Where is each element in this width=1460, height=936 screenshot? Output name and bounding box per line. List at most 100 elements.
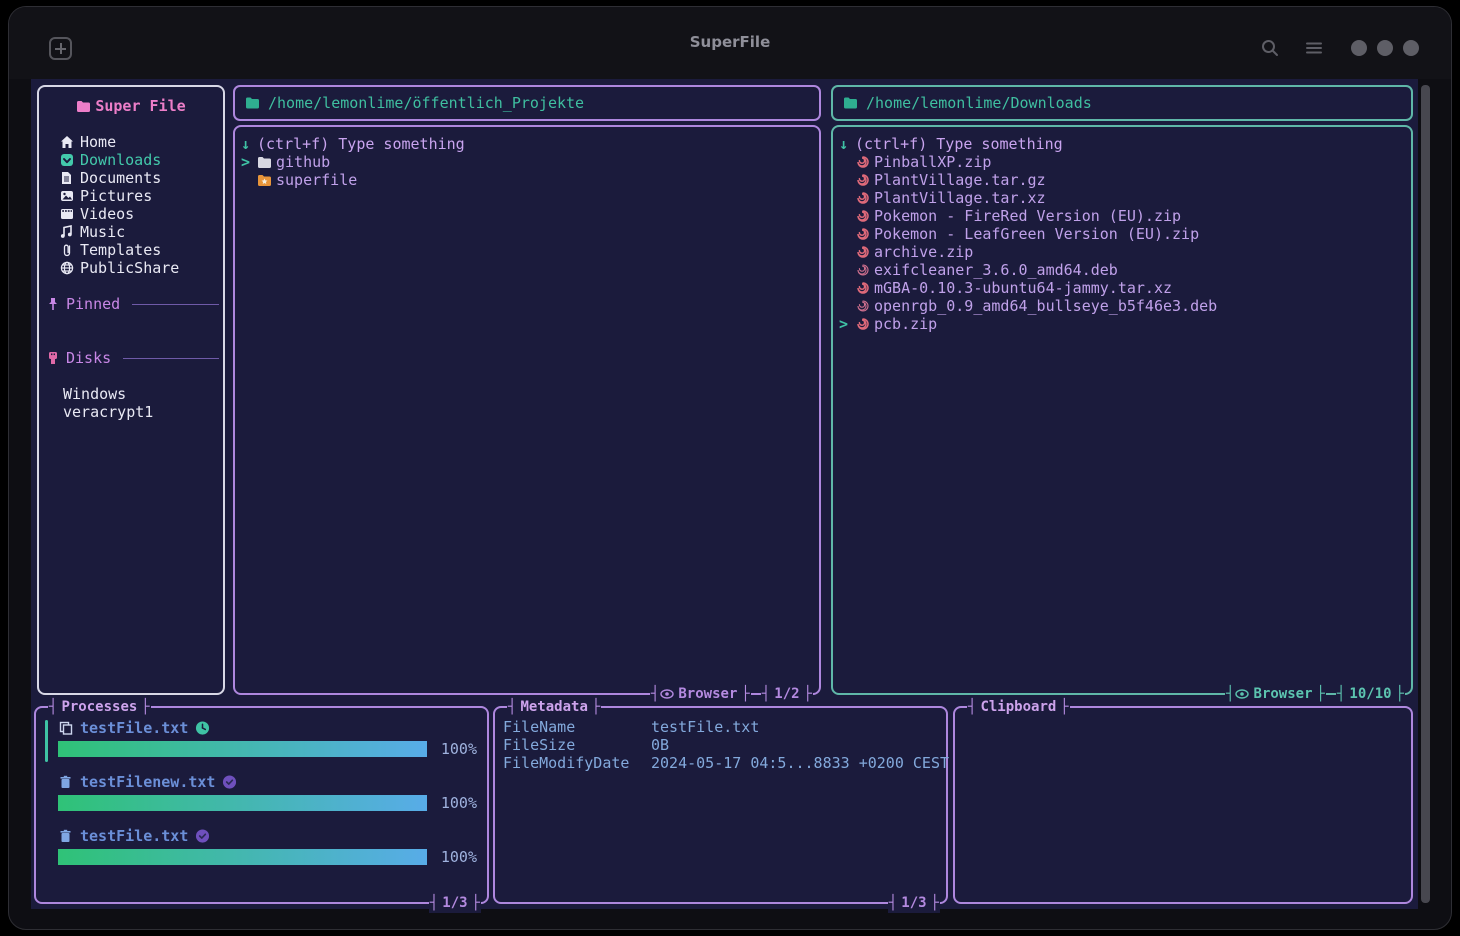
file-name: Pokemon - FireRed Version (EU).zip [874,207,1181,225]
file-row[interactable]: exifcleaner_3.6.0_amd64.deb [839,261,1405,279]
process-item[interactable]: testFile.txt 100% [58,718,477,758]
file-row[interactable]: PinballXP.zip [839,153,1405,171]
sidebar-item-templates[interactable]: Templates [39,241,223,259]
processes-panel: ┤Processes├ testFile.txt [34,706,489,904]
window-control-dot[interactable] [1403,40,1419,56]
archive-icon [855,245,870,260]
metadata-row: FileSize 0B [503,736,938,754]
sidebar-item-videos[interactable]: Videos [39,205,223,223]
search-input[interactable]: (ctrl+f) Type something [241,135,813,153]
disk-item-veracrypt1[interactable]: veracrypt1 [39,403,223,421]
file-name: PlantVillage.tar.gz [874,171,1046,189]
sidebar-item-label: Templates [80,241,161,259]
disk-item-windows[interactable]: Windows [39,385,223,403]
file-panel-downloads: (ctrl+f) Type something PinballXP.zipPla… [831,125,1413,695]
video-icon [59,207,74,222]
sidebar-item-downloads[interactable]: Downloads [39,151,223,169]
section-divider [132,304,219,305]
sidebar-item-label: Home [80,133,116,151]
panel-counter: ┤1/3├ [888,893,940,913]
sidebar-header: Super File [39,97,223,115]
terminal-content: Super File Home Downloads [31,79,1418,909]
archive-icon [855,191,870,206]
archive-icon [855,155,870,170]
music-icon [59,225,74,240]
file-row[interactable]: superfile [241,171,813,189]
file-row[interactable]: mGBA-0.10.3-ubuntu64-jammy.tar.xz [839,279,1405,297]
menu-icon[interactable] [1303,37,1325,59]
file-name: Pokemon - LeafGreen Version (EU).zip [874,225,1199,243]
metadata-title: ┤Metadata├ [507,697,601,717]
folder-icon [245,96,260,111]
sidebar-item-music[interactable]: Music [39,223,223,241]
window-control-dot[interactable] [1377,40,1393,56]
search-arrow-icon [241,135,257,153]
process-item[interactable]: testFile.txt 100% [58,826,477,866]
sidebar-section-pinned: Pinned [39,295,223,313]
sidebar-item-label: Downloads [80,151,161,169]
metadata-row: FileModifyDate 2024-05-17 04:5...8833 +0… [503,754,938,772]
file-row[interactable]: Pokemon - LeafGreen Version (EU).zip [839,225,1405,243]
path-bar-downloads[interactable]: /home/lemonlime/Downloads [831,85,1413,121]
picture-icon [59,189,74,204]
archive-icon [855,173,870,188]
clock-icon [195,721,210,736]
sidebar-item-documents[interactable]: Documents [39,169,223,187]
sidebar-section-disks: Disks [39,349,223,367]
path-bar-projects[interactable]: /home/lemonlime/öffentlich_Projekte [233,85,821,121]
panel-counter: ┤1/2├ [761,684,813,704]
sidebar-item-pictures[interactable]: Pictures [39,187,223,205]
path-text: /home/lemonlime/öffentlich_Projekte [268,94,584,112]
file-row[interactable]: github [241,153,813,171]
file-row[interactable]: PlantVillage.tar.xz [839,189,1405,207]
process-name: testFile.txt [80,827,188,845]
panel-mode-label: ┤ Browser ├ [650,684,751,704]
download-icon [59,153,74,168]
window-control-dot[interactable] [1351,40,1367,56]
progress-bar [58,795,427,811]
section-label: Pinned [66,295,120,313]
scrollbar[interactable] [1421,85,1430,903]
progress-percent: 100% [437,794,477,812]
sidebar-item-label: Documents [80,169,161,187]
path-text: /home/lemonlime/Downloads [866,94,1092,112]
file-row[interactable]: PlantVillage.tar.gz [839,171,1405,189]
sidebar-item-home[interactable]: Home [39,133,223,151]
debian-icon [855,299,870,314]
file-row[interactable]: pcb.zip [839,315,1405,333]
folder-star-icon [257,173,272,188]
progress-bar [58,849,427,865]
app-window: SuperFile [8,6,1452,930]
search-input[interactable]: (ctrl+f) Type something [839,135,1405,153]
sidebar-item-label: PublicShare [80,259,179,277]
check-icon [222,775,237,790]
window-controls-dots[interactable] [1351,40,1419,56]
metadata-row: FileName testFile.txt [503,718,938,736]
file-name: PlantVillage.tar.xz [874,189,1046,207]
process-item[interactable]: testFilenew.txt 100% [58,772,477,812]
archive-icon [855,281,870,296]
file-row[interactable]: archive.zip [839,243,1405,261]
search-placeholder: (ctrl+f) Type something [855,135,1063,153]
search-icon[interactable] [1259,37,1281,59]
trash-icon [58,829,73,844]
check-icon [195,829,210,844]
file-name: pcb.zip [874,315,937,333]
panel-counter: ┤10/10├ [1336,684,1405,704]
panel-counter: ┤1/3├ [429,893,481,913]
titlebar: SuperFile [9,7,1451,79]
file-name: PinballXP.zip [874,153,991,171]
archive-icon [855,227,870,242]
paperclip-icon [59,243,74,258]
process-name: testFile.txt [80,719,188,737]
file-row[interactable]: Pokemon - FireRed Version (EU).zip [839,207,1405,225]
metadata-key: FileSize [503,736,651,754]
debian-icon [855,263,870,278]
file-name: github [276,153,330,171]
archive-icon [855,317,870,332]
file-name: openrgb_0.9_amd64_bullseye_b5f46e3.deb [874,297,1217,315]
folder-icon [843,96,858,111]
metadata-key: FileModifyDate [503,754,651,772]
sidebar-item-publicshare[interactable]: PublicShare [39,259,223,277]
file-row[interactable]: openrgb_0.9_amd64_bullseye_b5f46e3.deb [839,297,1405,315]
